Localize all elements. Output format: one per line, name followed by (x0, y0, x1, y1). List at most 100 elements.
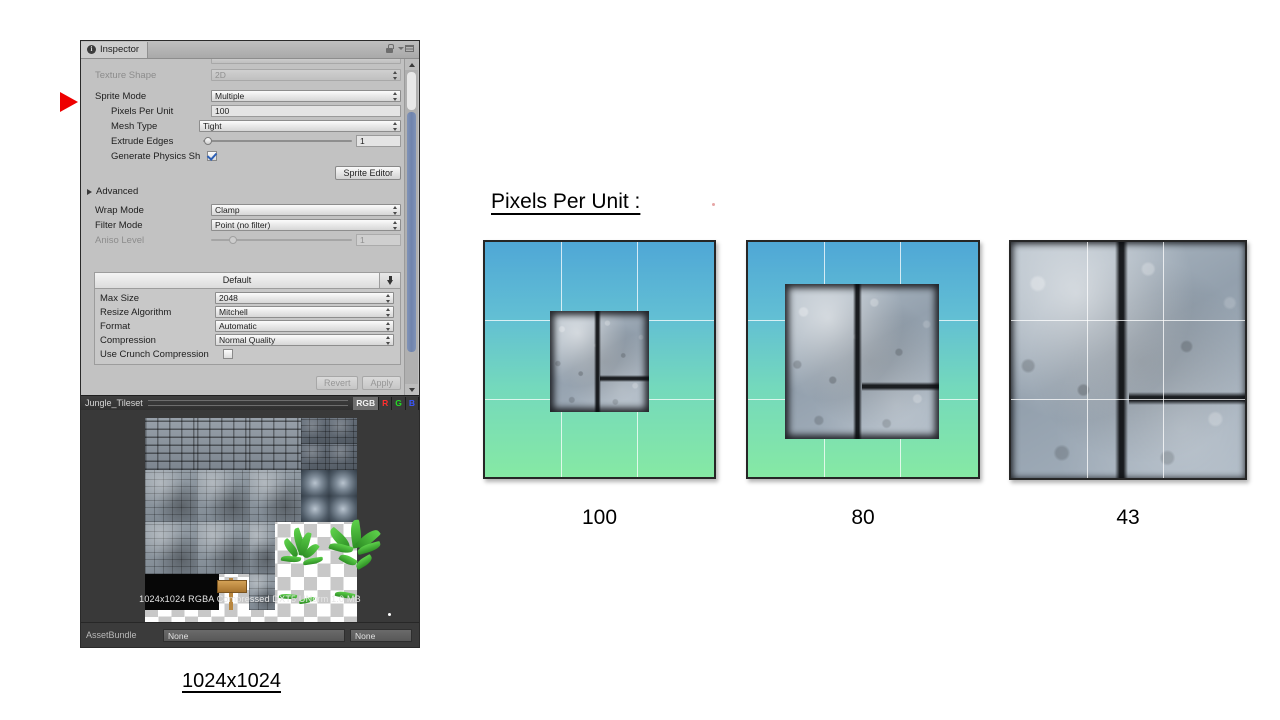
channel-rgb-button[interactable]: RGB (353, 396, 380, 410)
revert-button[interactable]: Revert (315, 376, 359, 390)
row-use-crunch-compression[interactable]: Use Crunch Compression (95, 347, 400, 361)
row-mesh-type[interactable]: Mesh Type Tight (81, 119, 419, 134)
preview-header: Jungle_Tileset RGB R G B (81, 395, 419, 410)
stone-sprite (550, 311, 649, 412)
popup-resize-algorithm[interactable]: Mitchell (215, 306, 394, 318)
label-pixels-per-unit: Pixels Per Unit (111, 106, 174, 117)
label-aniso-level: Aniso Level (95, 235, 145, 246)
grid-line (1011, 399, 1245, 400)
input-pixels-per-unit[interactable]: 100 (211, 105, 401, 117)
popup-format-value: Automatic (219, 321, 257, 331)
scene-preview-80[interactable] (746, 240, 980, 479)
row-compression[interactable]: Compression Normal Quality (95, 333, 400, 347)
popup-assetbundle-name[interactable]: None (163, 628, 345, 642)
popup-sprite-mode[interactable]: Multiple (211, 90, 401, 102)
input-extrude-edges-value[interactable]: 1 (356, 135, 401, 147)
page-title: Pixels Per Unit : (491, 190, 641, 213)
slider-knob[interactable] (229, 236, 237, 244)
red-arrow-icon (60, 92, 78, 112)
channel-b-button[interactable]: B (405, 396, 419, 410)
popup-assetbundle-variant[interactable]: None (350, 628, 412, 642)
tab-inspector-label: Inspector (100, 44, 140, 55)
scroll-up-button[interactable] (405, 59, 418, 70)
input-aniso-level-value[interactable]: 1 (356, 234, 401, 246)
popup-compression[interactable]: Normal Quality (215, 334, 394, 346)
menu-icon[interactable] (398, 45, 414, 52)
grid-line (1087, 242, 1088, 478)
download-button[interactable] (379, 273, 400, 288)
row-max-size[interactable]: Max Size 2048 (95, 291, 400, 305)
row-wrap-mode[interactable]: Wrap Mode Clamp (81, 203, 419, 218)
lock-icon[interactable] (386, 44, 394, 53)
texture-preview-canvas[interactable]: 1024x1024 RGBA Compressed DXT5 UNorm 1.0… (81, 410, 419, 632)
chevron-updown-icon (385, 294, 390, 303)
tab-default-platform[interactable]: Default (95, 273, 379, 288)
palm-sprite (326, 518, 385, 578)
row-texture-shape[interactable]: Texture Shape 2D (81, 67, 419, 83)
inspector-titlebar-actions (386, 44, 414, 53)
row-format[interactable]: Format Automatic (95, 319, 400, 333)
label-max-size: Max Size (100, 292, 140, 304)
label-format: Format (100, 320, 131, 332)
scrollbar-track[interactable] (405, 70, 418, 384)
chevron-updown-icon (385, 322, 390, 331)
preview-title: Jungle_Tileset (85, 398, 143, 408)
stone-sprite (1011, 242, 1245, 478)
slider-knob[interactable] (204, 137, 212, 145)
popup-format[interactable]: Automatic (215, 320, 394, 332)
stone-sprite (785, 284, 939, 439)
label-texture-shape: Texture Shape (95, 69, 157, 81)
row-filter-mode[interactable]: Filter Mode Point (no filter) (81, 218, 419, 233)
chevron-updown-icon (385, 308, 390, 317)
tab-inspector[interactable]: i Inspector (81, 41, 149, 58)
cut-off-row (81, 59, 419, 67)
scroll-down-button[interactable] (405, 384, 418, 395)
popup-sprite-mode-value: Multiple (215, 91, 245, 101)
label-mesh-type: Mesh Type (111, 121, 158, 132)
sprite-editor-button[interactable]: Sprite Editor (335, 166, 401, 180)
row-generate-physics-shape[interactable]: Generate Physics Sh (81, 149, 419, 164)
label-use-crunch-compression: Use Crunch Compression (100, 348, 209, 360)
asset-label-tag-button[interactable] (394, 609, 409, 620)
popup-filter-mode[interactable]: Point (no filter) (211, 219, 401, 231)
info-icon: i (87, 45, 96, 54)
chevron-right-icon (87, 188, 92, 195)
row-extrude-edges[interactable]: Extrude Edges 1 (81, 134, 419, 149)
scene-label-100: 100 (581, 506, 618, 529)
texture-info-text: 1024x1024 RGBA Compressed DXT5 UNorm 1.0… (139, 594, 361, 604)
checkbox-generate-physics-shape[interactable] (207, 151, 217, 161)
popup-texture-shape[interactable]: 2D (211, 69, 401, 81)
scene-preview-43[interactable] (1009, 240, 1247, 480)
popup-texture-shape-value: 2D (215, 70, 226, 80)
popup-wrap-mode[interactable]: Clamp (211, 204, 401, 216)
apply-button[interactable]: Apply (362, 376, 401, 390)
row-aniso-level[interactable]: Aniso Level 1 (81, 233, 419, 248)
channel-g-button[interactable]: G (392, 396, 406, 410)
channel-r-button[interactable]: R (379, 396, 393, 410)
chevron-updown-icon (392, 71, 397, 80)
chevron-updown-icon (392, 122, 397, 131)
scrollbar-thumb-upper (407, 72, 416, 110)
row-resize-algorithm[interactable]: Resize Algorithm Mitchell (95, 305, 400, 319)
inspector-titlebar: i Inspector (81, 41, 419, 59)
popup-assetbundle-variant-value: None (355, 630, 376, 641)
label-extrude-edges: Extrude Edges (111, 136, 174, 147)
label-compression: Compression (100, 334, 156, 346)
row-pixels-per-unit[interactable]: Pixels Per Unit 100 (81, 104, 419, 119)
screenshot-root: i Inspector Texture Shape 2D Sprite Mode… (0, 0, 1280, 720)
checkbox-use-crunch-compression[interactable] (223, 349, 233, 359)
popup-mesh-type[interactable]: Tight (199, 120, 401, 132)
grid-line (1011, 320, 1245, 321)
scene-preview-100[interactable] (483, 240, 716, 479)
slider-extrude-edges[interactable] (203, 135, 352, 147)
popup-max-size-value: 2048 (219, 293, 238, 303)
foldout-advanced[interactable]: Advanced (81, 184, 419, 199)
scene-label-80: 80 (851, 506, 875, 529)
slider-aniso-level[interactable] (211, 234, 352, 246)
popup-max-size[interactable]: 2048 (215, 292, 394, 304)
platform-settings-box: Default Max Size 2048 Resize Algorithm M… (94, 272, 401, 365)
texture-size-caption: 1024x1024 (182, 670, 281, 692)
row-sprite-mode[interactable]: Sprite Mode Multiple (81, 89, 419, 104)
inspector-scrollbar[interactable] (404, 59, 418, 395)
scrollbar-thumb[interactable] (407, 112, 416, 352)
